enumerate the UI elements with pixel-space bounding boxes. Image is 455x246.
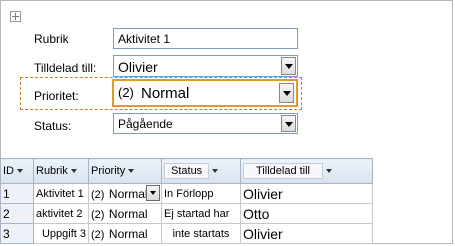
layout-move-handle-icon[interactable] bbox=[10, 11, 21, 22]
priority-cell[interactable]: (2) Normal bbox=[88, 183, 162, 204]
priority-filter-arrow-icon[interactable] bbox=[128, 169, 135, 174]
column-header-status[interactable]: Status bbox=[161, 158, 241, 184]
tilldelad-cell[interactable]: Olivier bbox=[240, 223, 373, 244]
rubrik-field[interactable]: Aktivitet 1 bbox=[113, 28, 298, 49]
rubrik-cell[interactable]: aktivitet 2 bbox=[33, 203, 89, 224]
table-row[interactable]: 1 Aktivitet 1 (2) Normal In Förlopp Oliv… bbox=[0, 183, 373, 204]
priority-cell[interactable]: (2) Normal bbox=[88, 223, 162, 244]
tilldelad-cell[interactable]: Olivier bbox=[240, 183, 373, 204]
column-header-rubrik[interactable]: Rubrik bbox=[33, 158, 89, 184]
status-cell[interactable]: inte startats bbox=[161, 223, 241, 244]
rubrik-cell[interactable]: Uppgift 3 bbox=[33, 223, 89, 244]
prioritet-value: Normal bbox=[141, 85, 190, 102]
table-row[interactable]: 2 aktivitet 2 (2) Normal Ej startad har … bbox=[0, 203, 373, 224]
status-cell[interactable]: In Förlopp bbox=[161, 183, 241, 204]
tilldelad-dropdown-icon[interactable] bbox=[281, 57, 296, 75]
table-row[interactable]: 3 Uppgift 3 (2) Normal inte startats Oli… bbox=[0, 223, 373, 244]
status-dropdown-icon[interactable] bbox=[281, 115, 296, 132]
column-header-id[interactable]: ID bbox=[0, 158, 34, 184]
tilldelad-cell[interactable]: Otto bbox=[240, 203, 373, 224]
tilldelad-value: Olivier bbox=[118, 59, 158, 75]
status-value: Pågående bbox=[118, 117, 173, 131]
id-filter-arrow-icon[interactable] bbox=[17, 169, 23, 174]
prioritet-label: Prioritet: bbox=[34, 89, 79, 103]
column-header-priority[interactable]: Priority bbox=[88, 158, 162, 184]
rubrik-value: Aktivitet 1 bbox=[118, 32, 171, 46]
rubrik-cell[interactable]: Aktivitet 1 bbox=[33, 183, 89, 204]
priority-cell-dropdown-icon[interactable] bbox=[146, 185, 160, 201]
row-id-cell[interactable]: 1 bbox=[0, 183, 34, 204]
datasheet-table: ID Rubrik Priority Status Tilldelad till… bbox=[0, 158, 373, 244]
status-filter-arrow-icon[interactable] bbox=[212, 169, 219, 174]
prioritet-dropdown-icon[interactable] bbox=[279, 83, 294, 103]
column-header-tilldelad[interactable]: Tilldelad till bbox=[240, 158, 373, 184]
prioritet-combobox[interactable]: (2) Normal bbox=[112, 79, 298, 107]
rubrik-label: Rubrik bbox=[34, 32, 69, 46]
prioritet-number: (2) bbox=[118, 85, 134, 100]
tilldelad-combobox[interactable]: Olivier bbox=[113, 55, 298, 77]
status-combobox[interactable]: Pågående bbox=[113, 113, 298, 134]
status-label: Status: bbox=[34, 119, 72, 133]
tilldelad-label: Tilldelad till: bbox=[34, 61, 97, 75]
row-id-cell[interactable]: 2 bbox=[0, 203, 34, 224]
status-cell[interactable]: Ej startad har bbox=[161, 203, 241, 224]
row-id-cell[interactable]: 3 bbox=[0, 223, 34, 244]
rubrik-filter-arrow-icon[interactable] bbox=[70, 169, 77, 174]
tilldelad-filter-arrow-icon[interactable] bbox=[326, 169, 333, 174]
priority-cell[interactable]: (2) Normal bbox=[88, 203, 162, 224]
